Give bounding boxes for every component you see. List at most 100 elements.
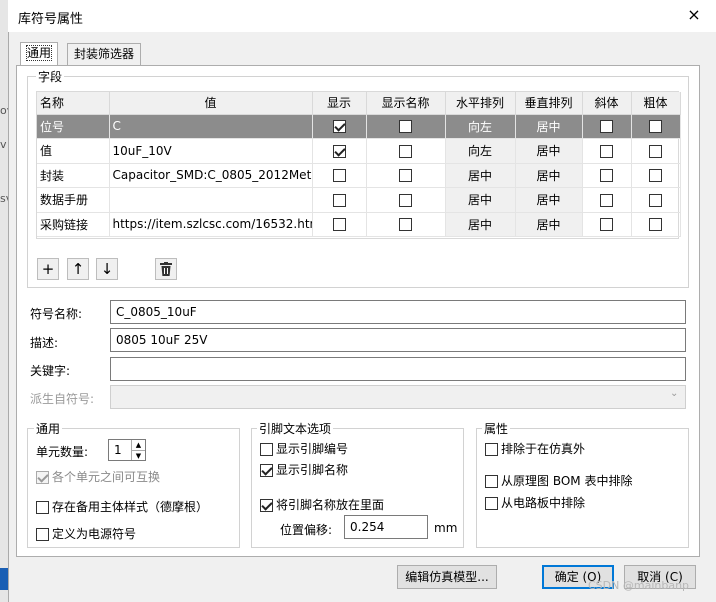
- field-name-cell[interactable]: 位号: [37, 114, 110, 139]
- field-value-cell[interactable]: https://item.szlcsc.com/16532.html: [109, 212, 313, 237]
- field-h-align-cell[interactable]: 居中: [445, 163, 516, 188]
- spin-up-icon[interactable]: ▲: [131, 440, 145, 450]
- field-name-cell[interactable]: 数据手册: [37, 187, 110, 213]
- field-bold-cell[interactable]: [631, 138, 681, 164]
- field-show-name-checkbox[interactable]: [399, 144, 412, 158]
- field-show-name-cell[interactable]: [366, 163, 446, 188]
- tab-general[interactable]: 通用: [20, 42, 59, 66]
- field-name-cell[interactable]: 封装: [37, 163, 110, 188]
- field-italic-cell[interactable]: [582, 163, 632, 188]
- field-italic-checkbox[interactable]: [600, 169, 613, 183]
- field-show-cell[interactable]: [312, 187, 367, 213]
- field-bold-cell[interactable]: [631, 163, 681, 188]
- position-offset-input[interactable]: 0.254: [344, 515, 428, 539]
- exclude-bom-checkbox[interactable]: 从原理图 BOM 表中排除: [485, 472, 632, 489]
- fields-grid[interactable]: 名称 值 显示 显示名称 水平排列 垂直排列 斜体 粗体 位号 C 向左 居中值 10u…: [36, 91, 681, 239]
- table-row[interactable]: 采购链接 https://item.szlcsc.com/16532.html 居中…: [37, 212, 681, 237]
- col-header-v-align[interactable]: 垂直排列: [515, 92, 583, 115]
- field-show-cell[interactable]: [312, 212, 367, 237]
- field-value-cell[interactable]: Capacitor_SMD:C_0805_2012Metric: [109, 163, 313, 188]
- add-field-button[interactable]: +: [37, 258, 59, 280]
- tab-footprint-filter[interactable]: 封装筛选器: [67, 43, 142, 65]
- field-v-align-cell[interactable]: 居中: [515, 163, 583, 188]
- field-h-align-cell[interactable]: 向左: [445, 138, 516, 164]
- table-row[interactable]: 封装 Capacitor_SMD:C_0805_2012Metric 居中 居中: [37, 163, 681, 188]
- show-pin-name-checkbox[interactable]: 显示引脚名称: [260, 461, 348, 478]
- field-show-cell[interactable]: [312, 114, 367, 139]
- field-bold-cell[interactable]: [631, 212, 681, 237]
- delete-field-button[interactable]: [155, 258, 177, 280]
- col-header-show-name[interactable]: 显示名称: [366, 92, 446, 115]
- field-show-name-checkbox[interactable]: [399, 193, 412, 207]
- field-v-align-cell[interactable]: 居中: [515, 138, 583, 164]
- field-show-name-cell[interactable]: [366, 212, 446, 237]
- col-header-name[interactable]: 名称: [37, 92, 110, 115]
- field-bold-checkbox[interactable]: [649, 193, 662, 207]
- col-header-bold[interactable]: 粗体: [631, 92, 681, 115]
- interchangeable-checkbox[interactable]: 各个单元之间可互换: [36, 468, 160, 485]
- exclude-sim-checkbox[interactable]: 排除于在仿真外: [485, 440, 585, 457]
- col-header-show[interactable]: 显示: [312, 92, 367, 115]
- field-show-checkbox[interactable]: [332, 193, 346, 207]
- field-bold-checkbox[interactable]: [649, 218, 662, 232]
- col-header-value[interactable]: 值: [109, 92, 313, 115]
- field-show-cell[interactable]: [312, 163, 367, 188]
- field-italic-checkbox[interactable]: [600, 144, 613, 158]
- field-show-checkbox[interactable]: [332, 169, 346, 183]
- edit-sim-model-button[interactable]: 编辑仿真模型...: [397, 565, 497, 589]
- field-italic-cell[interactable]: [582, 114, 632, 139]
- field-show-name-cell[interactable]: [366, 138, 446, 164]
- field-show-name-checkbox[interactable]: [399, 218, 412, 232]
- field-italic-cell[interactable]: [582, 138, 632, 164]
- keywords-input[interactable]: [110, 357, 686, 381]
- power-symbol-check-icon: [36, 528, 49, 541]
- field-bold-cell[interactable]: [631, 114, 681, 139]
- field-v-align-cell[interactable]: 居中: [515, 212, 583, 237]
- field-show-name-cell[interactable]: [366, 114, 446, 139]
- derived-from-select[interactable]: [110, 385, 686, 409]
- field-value-cell[interactable]: [109, 187, 313, 213]
- field-v-align-cell[interactable]: 居中: [515, 114, 583, 139]
- field-bold-checkbox[interactable]: [649, 169, 662, 183]
- field-show-checkbox[interactable]: [332, 120, 346, 134]
- field-show-name-cell[interactable]: [366, 187, 446, 213]
- move-up-button[interactable]: ↑: [67, 258, 89, 280]
- field-show-checkbox[interactable]: [332, 144, 346, 158]
- field-name-cell[interactable]: 采购链接: [37, 212, 110, 237]
- field-v-align-cell[interactable]: 居中: [515, 187, 583, 213]
- field-show-checkbox[interactable]: [332, 218, 346, 232]
- table-row[interactable]: 值 10uF_10V 向左 居中: [37, 138, 681, 164]
- field-bold-cell[interactable]: [631, 187, 681, 213]
- field-italic-cell[interactable]: [582, 187, 632, 213]
- description-input[interactable]: 0805 10uF 25V: [110, 328, 686, 352]
- symbol-name-input[interactable]: C_0805_10uF: [110, 300, 686, 324]
- demorgan-checkbox[interactable]: 存在备用主体样式（德摩根）: [36, 498, 208, 515]
- col-header-italic[interactable]: 斜体: [582, 92, 632, 115]
- show-pin-number-checkbox[interactable]: 显示引脚编号: [260, 440, 348, 457]
- field-bold-checkbox[interactable]: [649, 144, 662, 158]
- field-bold-checkbox[interactable]: [649, 120, 662, 134]
- move-down-button[interactable]: ↓: [96, 258, 118, 280]
- pin-name-inside-checkbox[interactable]: 将引脚名称放在里面: [260, 496, 384, 513]
- table-row[interactable]: 位号 C 向左 居中: [37, 114, 681, 139]
- field-italic-checkbox[interactable]: [600, 218, 613, 232]
- field-italic-checkbox[interactable]: [600, 193, 613, 207]
- unit-count-spinner[interactable]: 1 ▲ ▼: [108, 439, 146, 461]
- spin-down-icon[interactable]: ▼: [131, 450, 145, 460]
- field-show-name-checkbox[interactable]: [399, 120, 412, 134]
- field-h-align-cell[interactable]: 向左: [445, 114, 516, 139]
- field-name-cell[interactable]: 值: [37, 138, 110, 164]
- field-show-name-checkbox[interactable]: [399, 169, 412, 183]
- field-italic-checkbox[interactable]: [600, 120, 613, 134]
- field-h-align-cell[interactable]: 居中: [445, 212, 516, 237]
- field-italic-cell[interactable]: [582, 212, 632, 237]
- field-show-cell[interactable]: [312, 138, 367, 164]
- field-h-align-cell[interactable]: 居中: [445, 187, 516, 213]
- table-row[interactable]: 数据手册 居中 居中: [37, 187, 681, 213]
- power-symbol-checkbox[interactable]: 定义为电源符号: [36, 525, 136, 542]
- field-value-cell[interactable]: C: [109, 114, 313, 139]
- close-icon[interactable]: ×: [684, 3, 704, 27]
- exclude-board-checkbox[interactable]: 从电路板中排除: [485, 494, 585, 511]
- field-value-cell[interactable]: 10uF_10V: [109, 138, 313, 164]
- col-header-h-align[interactable]: 水平排列: [445, 92, 516, 115]
